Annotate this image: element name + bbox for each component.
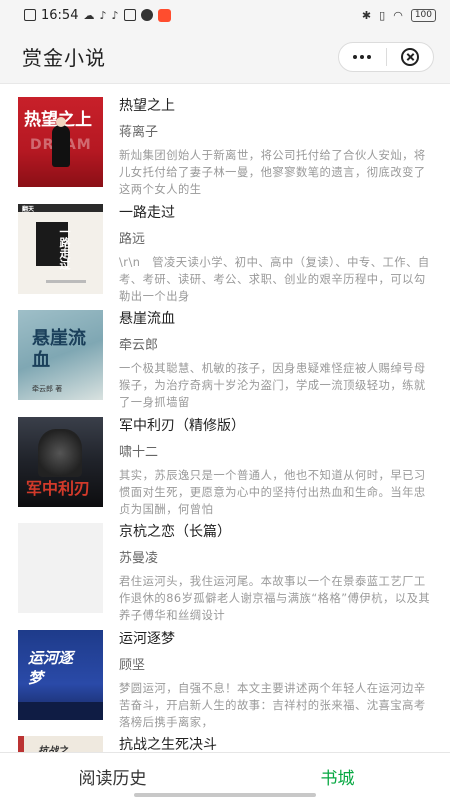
book-desc: 新灿集团创始人于新离世，将公司托付给了合伙人安灿，将儿女托付给了妻子林一曼，他寥… — [119, 149, 426, 196]
mini-program-capsule — [338, 41, 434, 72]
book-item[interactable]: 运河逐梦 运河逐梦 顾坚 梦圆运河，自强不息！本文主要讲述两个年轻人在运河边辛苦… — [0, 617, 450, 729]
book-author: 啸十二 — [119, 444, 159, 460]
tiktok-icon-2: ♪ — [111, 8, 119, 22]
book-title: 悬崖流血 — [119, 311, 175, 327]
status-bar: 16:54 ☁ ♪ ♪ ✱ ▯ ◠ 100 — [0, 0, 450, 30]
more-icon — [353, 54, 372, 59]
close-button[interactable] — [387, 43, 434, 71]
book-desc: 君住运河头，我住运河尾。本故事以一个在景泰蓝工艺厂工作退休的86岁孤僻老人谢京福… — [119, 575, 431, 622]
tiktok-icon: ♪ — [99, 8, 107, 22]
chat-icon — [123, 9, 136, 21]
book-author: 苏曼凌 — [119, 551, 159, 566]
header: 赏金小说 — [0, 30, 450, 84]
book-title: 运河逐梦 — [119, 630, 175, 647]
book-cover: 军中利刃 — [18, 416, 103, 507]
battery-icon: 100 — [410, 8, 436, 22]
book-cover: 翻天 一路走过 — [18, 203, 103, 294]
status-time: 16:54 — [41, 7, 79, 23]
cloud-icon: ☁ — [83, 8, 95, 22]
book-title: 抗战之生死决斗 — [119, 737, 217, 752]
book-desc: 梦圆运河，自强不息！本文主要讲述两个年轻人在运河边辛苦奋斗，开启新人生的故事：吉… — [119, 681, 426, 729]
book-cover: 热望之上 DREAM — [18, 97, 103, 187]
page-title: 赏金小说 — [22, 46, 106, 70]
book-item[interactable]: 翻天 一路走过 一路走过 路远 \r\n 管凌天读小学、初中、高中（复读）、中专… — [0, 191, 450, 303]
book-item[interactable]: 悬崖流血 牵云郎 著 悬崖流血 牵云郎 一个极其聪慧、机敏的孩子，因身患疑难怪症… — [0, 297, 450, 409]
screenshot-icon — [24, 9, 36, 21]
book-desc: 其实，苏辰逸只是一个普通人，他也不知道从何时，早已习惯面对生死，更愿意为心中的坚… — [119, 468, 426, 516]
vibrate-icon: ▯ — [379, 8, 386, 22]
more-button[interactable] — [339, 43, 386, 71]
book-item[interactable]: 京杭之恋（长篇） 苏曼凌 君住运河头，我住运河尾。本故事以一个在景泰蓝工艺厂工作… — [0, 510, 450, 622]
book-list: 热望之上 DREAM 热望之上 蒋离子 新灿集团创始人于新离世，将公司托付给了合… — [0, 84, 450, 752]
wifi-icon: ◠ — [393, 8, 403, 22]
book-cover: 悬崖流血 牵云郎 著 — [18, 310, 103, 400]
bluetooth-icon: ✱ — [361, 8, 372, 22]
home-indicator — [134, 793, 316, 797]
book-desc: 一个极其聪慧、机敏的孩子，因身患疑难怪症被人赐绰号母猴子，为治疗奇病十岁沦为盗门… — [119, 362, 426, 409]
book-author: 牵云郎 — [119, 338, 159, 353]
book-desc: \r\n 管凌天读小学、初中、高中（复读）、中专、工作、自考、考研、读研、考公、… — [119, 255, 430, 303]
book-author: 路远 — [119, 231, 146, 247]
book-cover: 运河逐梦 — [18, 629, 103, 720]
app-icon — [140, 9, 153, 21]
book-title: 军中利刃（精修版） — [119, 417, 245, 434]
notification-icon — [157, 8, 171, 22]
book-title: 京杭之恋（长篇） — [119, 524, 231, 540]
book-author: 顾坚 — [119, 657, 146, 673]
book-author: 蒋离子 — [119, 125, 159, 140]
book-title: 热望之上 — [119, 98, 175, 114]
book-item[interactable]: 热望之上 DREAM 热望之上 蒋离子 新灿集团创始人于新离世，将公司托付给了合… — [0, 84, 450, 196]
close-icon — [400, 47, 419, 66]
book-cover: 抗战之 — [18, 736, 103, 752]
book-cover-placeholder — [18, 523, 103, 613]
book-title: 一路走过 — [119, 204, 175, 221]
book-item[interactable]: 军中利刃 军中利刃（精修版） 啸十二 其实，苏辰逸只是一个普通人，他也不知道从何… — [0, 404, 450, 516]
